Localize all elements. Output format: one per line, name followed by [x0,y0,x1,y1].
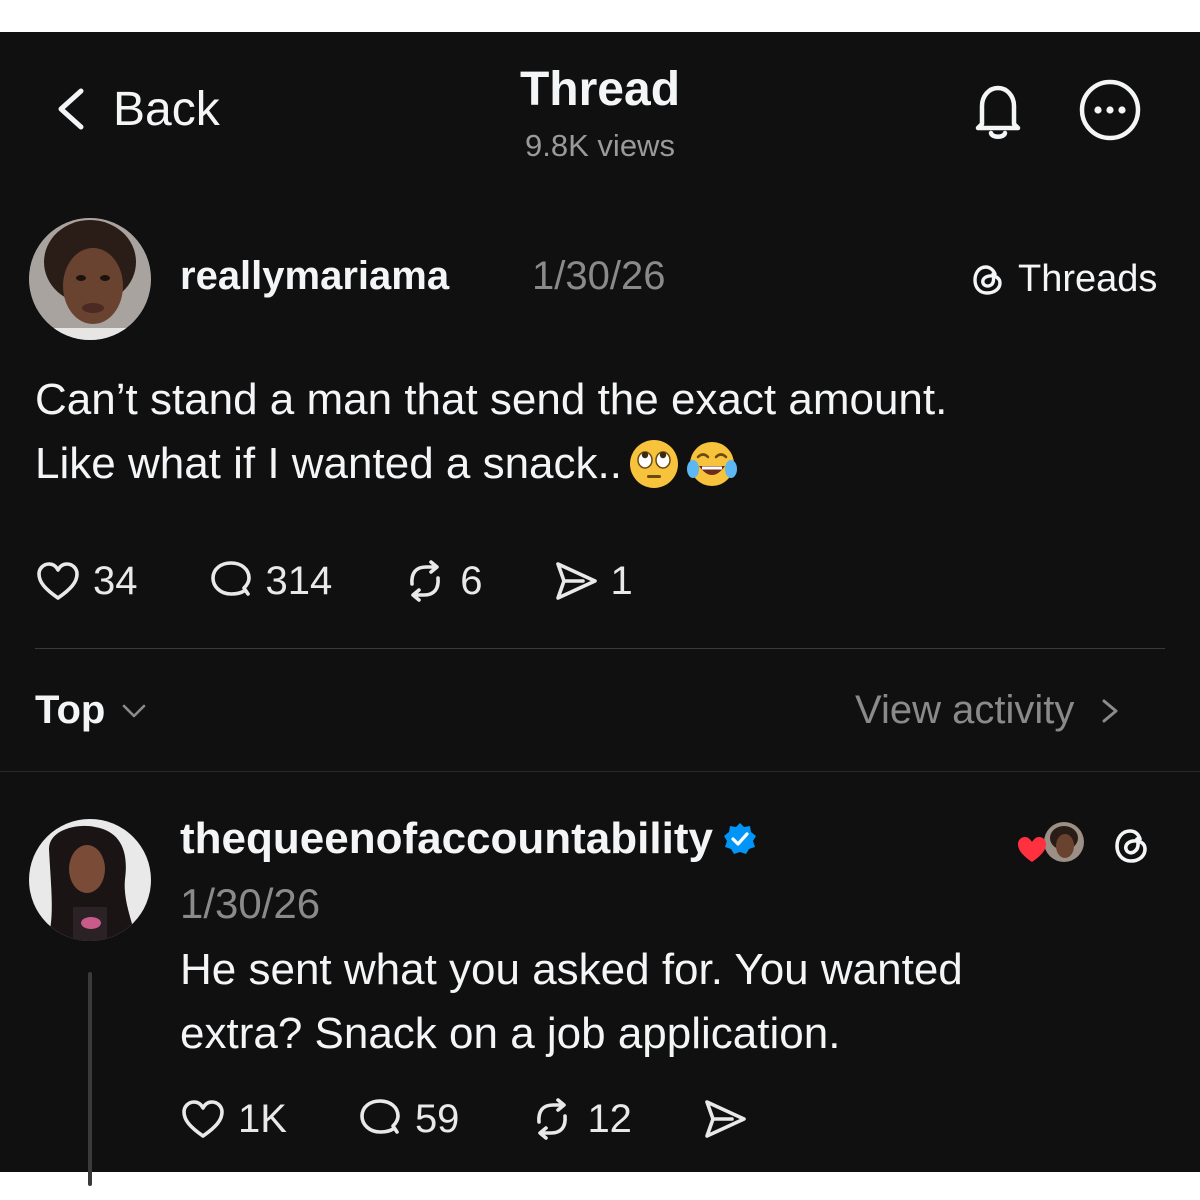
post-username[interactable]: reallymariama [180,254,449,299]
like-button[interactable]: 1K [180,1096,287,1142]
post-text-line-2: Like what if I wanted a snack.. [35,432,738,496]
threads-app-text: Threads [1018,258,1158,300]
post-actions: 34 314 6 1 [35,558,703,604]
send-icon [705,1100,746,1138]
liked-by-author[interactable] [1016,818,1088,878]
reply-actions: 1K 59 12 [180,1096,830,1142]
heart-icon [1018,837,1046,862]
repost-count: 12 [587,1096,632,1141]
reply-count: 314 [265,558,333,603]
repost-icon [537,1098,568,1140]
share-count: 1 [610,558,633,603]
bell-icon[interactable] [968,80,1028,142]
eye-roll-emoji-icon [629,440,678,488]
sort-dropdown[interactable]: Top [35,688,149,733]
threads-app-label[interactable]: Threads [968,258,1157,301]
more-options-icon[interactable] [1078,78,1142,142]
divider [35,648,1165,649]
reply-text-line-2: extra? Snack on a job application. [180,1009,841,1058]
reply-button[interactable]: 59 [357,1096,460,1142]
reply-username-text: thequeenofaccountability [180,814,713,863]
repost-icon [410,560,441,602]
heart-icon [182,1100,224,1138]
chevron-right-icon [1102,699,1118,722]
like-count: 34 [93,558,138,603]
reply-button[interactable]: 314 [208,558,333,604]
chevron-down-icon [123,704,146,717]
view-activity-link[interactable]: View activity [855,688,1122,733]
divider [0,771,1200,772]
avatar[interactable] [29,819,151,941]
thread-line [88,972,92,1186]
reply-text-line: He sent what you asked for. You wanted [180,945,963,994]
reply-username[interactable]: thequeenofaccountability [180,814,757,864]
post-text-content: Like what if I wanted a snack.. [35,439,622,488]
reply-date: 1/30/26 [180,880,321,927]
repost-button[interactable]: 6 [402,558,483,604]
threads-logo-icon[interactable] [1110,824,1154,868]
threads-logo-icon [973,264,1002,295]
post-date: 1/30/26 [532,254,666,298]
share-button[interactable] [702,1096,760,1142]
sort-label: Top [35,688,106,732]
reply-count: 59 [414,1096,460,1141]
avatar[interactable] [29,218,151,340]
view-activity-label: View activity [855,688,1075,732]
share-button[interactable]: 1 [553,558,633,604]
thread-screen: Back Thread 9.8K views reallymariama 1/3… [0,32,1200,1186]
like-button[interactable]: 34 [35,558,138,604]
like-count: 1K [238,1096,287,1141]
repost-count: 6 [460,558,483,603]
verified-badge-icon [723,823,756,854]
repost-button[interactable]: 12 [529,1096,632,1142]
comment-icon [210,561,251,596]
post-text-line: Can’t stand a man that send the exact am… [35,375,948,424]
tears-of-joy-emoji-icon [686,442,737,486]
comment-icon [360,1099,400,1134]
heart-icon [37,562,79,600]
send-icon [555,562,597,600]
